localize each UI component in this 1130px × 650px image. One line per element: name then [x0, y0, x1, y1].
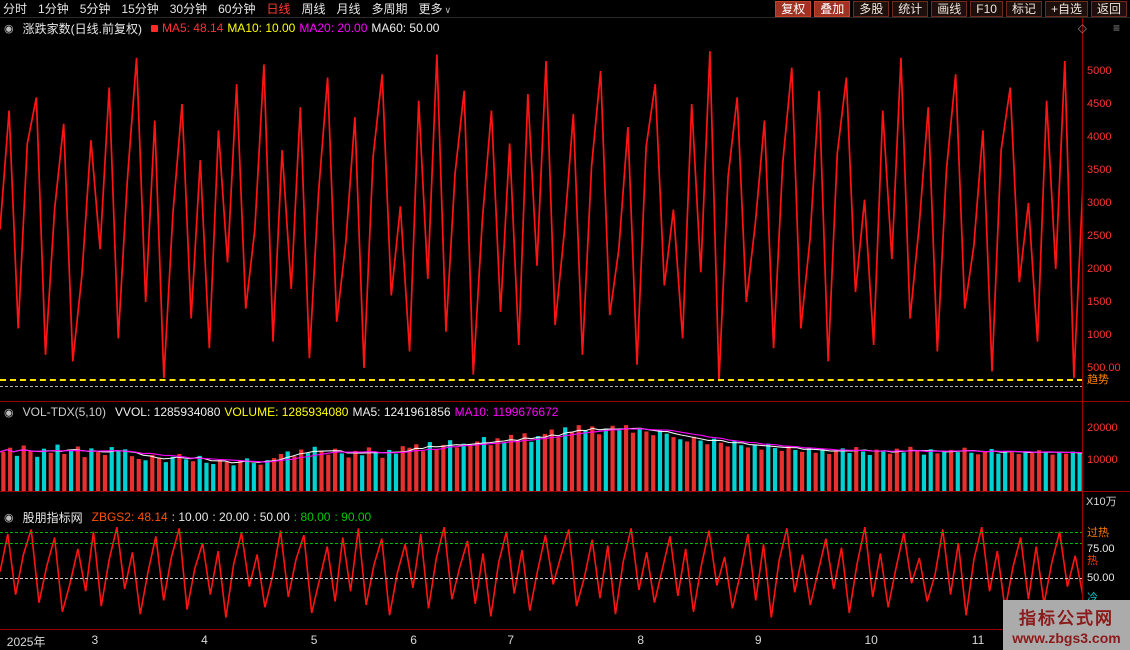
axis-tick-20000: 20000 [1087, 422, 1118, 434]
period-tab-1分钟[interactable]: 1分钟 [38, 0, 69, 17]
main-panel-header: ◉ 涨跌家数(日线.前复权) MA5: 48.14 MA10: 10.00 MA20… [0, 18, 1130, 38]
axis-tick-2500: 2500 [1087, 230, 1111, 242]
toolbar-button-复权[interactable]: 复权 [775, 1, 811, 17]
axis-tick-1000: 1000 [1087, 329, 1111, 341]
indicator-value: : 50.00 [253, 510, 290, 524]
indicator-value: MA20: 20.00 [299, 21, 367, 35]
right-axis-separator [1082, 18, 1083, 650]
indicator-value: VOLUME: 1285934080 [224, 405, 348, 419]
toolbar-button-叠加[interactable]: 叠加 [814, 1, 850, 17]
indicator-value: VVOL: 1285934080 [115, 405, 220, 419]
volume-chart-svg [0, 422, 1083, 491]
oscillator-panel-header: ◉ 股朋指标网 ZBGS2: 48.14 : 10.00: 20.00 : 50.0… [0, 508, 1130, 526]
time-axis-label-6: 6 [410, 633, 417, 647]
period-tab-周线[interactable]: 周线 [301, 0, 325, 17]
top-toolbar: 分时 1分钟 5分钟 15分钟 30分钟 60分钟日线周线月线多周期更多∨ 复权叠加多股统… [0, 0, 1130, 18]
threshold-line-80 [0, 543, 1083, 544]
period-tab-日线[interactable]: 日线 [266, 0, 290, 17]
indicator-value: ZBGS2: 48.14 [92, 510, 168, 524]
time-axis[interactable]: 2025年 3 4 5 6 7 8 9 10 11 [0, 630, 1130, 650]
axis-tick-2000: 2000 [1087, 263, 1111, 275]
time-axis-label-10: 10 [864, 633, 877, 647]
toolbar-button-F10[interactable]: F10 [970, 1, 1003, 17]
toolbar-right-buttons: 复权叠加多股统计画线F10标记+自选返回 [775, 1, 1127, 17]
period-tab-分时[interactable]: 分时 [3, 0, 27, 17]
menu-icon[interactable]: ≡ [1113, 21, 1120, 35]
volume-panel-header: ◉ VOL-TDX(5,10) VVOL: 1285934080 VOLUME: … [0, 402, 1130, 422]
period-tab-30分钟[interactable]: 30分钟 [170, 0, 207, 17]
toolbar-button-画线[interactable]: 画线 [931, 1, 967, 17]
period-tab-月线[interactable]: 月线 [337, 0, 361, 17]
indicator-value: MA10: 10.00 [227, 21, 295, 35]
indicator-value: MA60: 50.00 [371, 21, 439, 35]
main-chart-area[interactable] [0, 38, 1083, 401]
watermark-url: www.zbgs3.com [1012, 630, 1120, 646]
indicator-value: MA5: 1241961856 [352, 405, 450, 419]
axis-tick-5000: 5000 [1087, 65, 1111, 77]
diamond-icon[interactable]: ◇ [1078, 21, 1087, 35]
axis-tick-50.00: 50.00 [1087, 572, 1115, 584]
toolbar-button-统计[interactable]: 统计 [892, 1, 928, 17]
axis-tick-10000: 10000 [1087, 454, 1118, 466]
toolbar-button-+自选[interactable]: +自选 [1045, 1, 1088, 17]
period-tabs: 分时 1分钟 5分钟 15分钟 30分钟 60分钟日线周线月线多周期更多∨ [3, 0, 451, 17]
indicator-value: MA5: 48.14 [162, 21, 223, 35]
main-chart-svg [0, 38, 1083, 401]
panel-toggle-icon[interactable]: ◉ [4, 406, 14, 419]
panel-toggle-icon[interactable]: ◉ [4, 511, 14, 524]
time-axis-label-3: 3 [92, 633, 99, 647]
volume-right-axis: 20000 10000 [1083, 422, 1130, 491]
trend-dashed-line-white [0, 386, 1083, 387]
time-axis-label-9: 9 [755, 633, 762, 647]
toolbar-button-多股[interactable]: 多股 [853, 1, 889, 17]
axis-tick-过热: 过热 [1087, 524, 1109, 540]
time-axis-label-7: 7 [507, 633, 514, 647]
volume-unit-label: X10万 [1086, 493, 1117, 509]
volume-unit-axis: X10万 [1083, 492, 1130, 508]
threshold-line-50 [0, 578, 1083, 579]
axis-tick-1500: 1500 [1087, 296, 1111, 308]
indicator-value: : 90.00 [334, 510, 371, 524]
series-color-dot [151, 25, 158, 32]
volume-panel-title: VOL-TDX(5,10) [23, 405, 106, 419]
indicator-value: : 10.00 [172, 510, 209, 524]
spacer-area [0, 492, 1083, 508]
volume-chart-area[interactable] [0, 422, 1083, 491]
axis-tick-3500: 3500 [1087, 164, 1111, 176]
chevron-down-icon: ∨ [445, 5, 452, 15]
watermark-badge: 指标公式网 www.zbgs3.com [1003, 600, 1130, 650]
main-right-axis: 趋势 5000450040003500300025002000150010005… [1083, 38, 1130, 401]
axis-tick-4000: 4000 [1087, 131, 1111, 143]
toolbar-button-标记[interactable]: 标记 [1006, 1, 1042, 17]
oscillator-panel-title: 股朋指标网 [23, 509, 83, 526]
period-tab-15分钟[interactable]: 15分钟 [121, 0, 158, 17]
volume-indicator-values: VVOL: 1285934080 VOLUME: 1285934080 MA5: 1… [115, 405, 558, 419]
toolbar-button-返回[interactable]: 返回 [1091, 1, 1127, 17]
axis-tick-3000: 3000 [1087, 197, 1111, 209]
time-axis-label-2025年: 2025年 [7, 633, 46, 650]
watermark-title: 指标公式网 [1019, 604, 1114, 629]
threshold-line-90 [0, 532, 1083, 533]
oscillator-chart-area[interactable] [0, 526, 1083, 629]
axis-tick-500.00: 500.00 [1087, 362, 1121, 374]
axis-tick-热: 热 [1087, 552, 1098, 568]
main-indicator-values: MA5: 48.14 MA10: 10.00 MA20: 20.00 MA60: 50… [151, 21, 440, 35]
oscillator-indicator-values: ZBGS2: 48.14 : 10.00: 20.00 : 50.00 : 80.00… [92, 510, 372, 524]
main-panel-title: 涨跌家数(日线.前复权) [23, 20, 142, 37]
time-axis-label-4: 4 [201, 633, 208, 647]
axis-tick-4500: 4500 [1087, 98, 1111, 110]
time-axis-label-11: 11 [972, 633, 984, 647]
period-tab-60分钟[interactable]: 60分钟 [218, 0, 255, 17]
indicator-value: : 20.00 [212, 510, 249, 524]
panel-toggle-icon[interactable]: ◉ [4, 22, 14, 35]
time-axis-label-8: 8 [637, 633, 644, 647]
time-axis-label-5: 5 [311, 633, 318, 647]
trend-dashed-line-yellow [0, 379, 1083, 381]
period-tab-多周期[interactable]: 多周期 [372, 0, 408, 17]
period-tab-更多[interactable]: 更多∨ [419, 0, 452, 17]
indicator-value: : 80.00 [294, 510, 331, 524]
indicator-value: MA10: 1199676672 [455, 405, 559, 419]
period-tab-5分钟[interactable]: 5分钟 [80, 0, 111, 17]
